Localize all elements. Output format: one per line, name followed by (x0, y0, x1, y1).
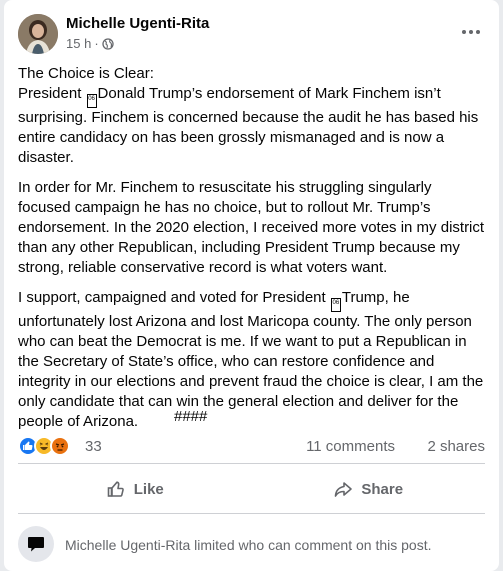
like-button[interactable]: Like (18, 471, 252, 507)
divider (18, 513, 485, 514)
paragraph-text: Trump, he unfortunately lost Arizona and… (18, 289, 484, 430)
like-label: Like (133, 480, 164, 498)
paragraph-heading: The Choice is Clear: (18, 65, 154, 82)
speech-bubble-icon (18, 526, 54, 562)
share-arrow-icon (335, 482, 353, 497)
comment-restriction-notice: Michelle Ugenti-Rita limited who can com… (18, 526, 485, 562)
post-meta: 15 h · (66, 36, 114, 51)
paragraph-text: I support, campaigned and voted for Pres… (18, 289, 330, 306)
more-options-button[interactable] (459, 20, 483, 44)
reaction-count[interactable]: 33 (85, 438, 102, 455)
restriction-text: Michelle Ugenti-Rita limited who can com… (65, 537, 432, 553)
unknown-glyph-box: 06 (330, 298, 341, 312)
more-dot-icon (469, 30, 473, 34)
thumbs-up-icon (107, 481, 124, 497)
divider (18, 463, 485, 464)
angry-reaction-icon (50, 436, 70, 456)
reaction-icons[interactable] (18, 436, 70, 456)
paragraph-text: President (18, 85, 86, 102)
post-closing: #### (174, 408, 208, 425)
meta-separator: · (94, 36, 99, 51)
globe-icon[interactable] (102, 37, 114, 50)
post-actions: Like Share (18, 471, 485, 507)
post-time[interactable]: 15 h (66, 36, 91, 51)
author-name[interactable]: Michelle Ugenti-Rita (66, 15, 209, 32)
more-dot-icon (476, 30, 480, 34)
post-body: The Choice is Clear: President 06 Donald … (18, 64, 488, 442)
post-paragraph: The Choice is Clear: President 06 Donald … (18, 64, 488, 168)
share-button[interactable]: Share (252, 471, 486, 507)
more-dot-icon (462, 30, 466, 34)
post-stats: 33 11 comments 2 shares (18, 436, 485, 458)
share-label: Share (361, 480, 404, 498)
avatar[interactable] (18, 14, 58, 54)
unknown-glyph-box: 06 (86, 94, 97, 108)
post-paragraph: I support, campaigned and voted for Pres… (18, 288, 488, 432)
post-card: Michelle Ugenti-Rita 15 h · The Choice i… (4, 0, 499, 571)
comments-count[interactable]: 11 comments (306, 438, 395, 455)
post-paragraph: In order for Mr. Finchem to resuscitate … (18, 179, 485, 276)
post-header: Michelle Ugenti-Rita 15 h · (18, 12, 485, 56)
shares-count[interactable]: 2 shares (427, 438, 485, 455)
avatar-photo (18, 14, 58, 54)
